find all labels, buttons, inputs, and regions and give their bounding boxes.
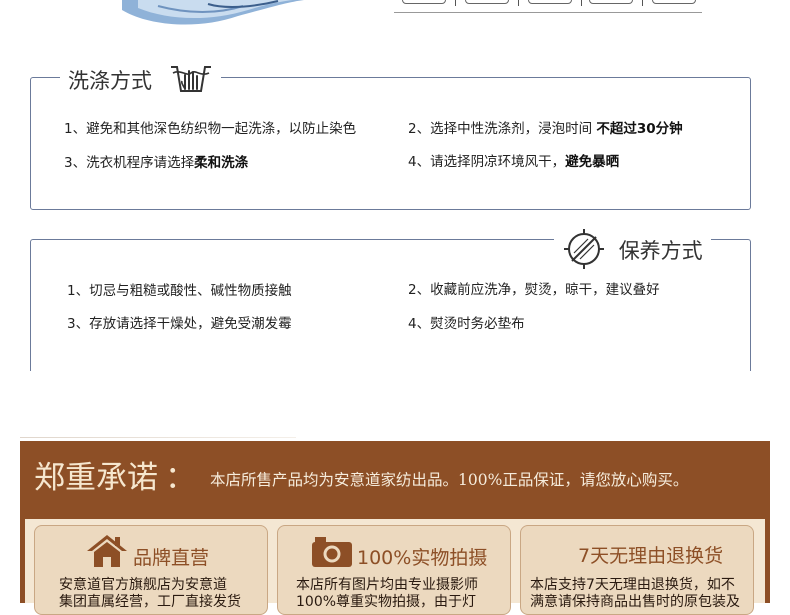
promise-text: 本店所售产品均为安意道家纺出品。100%正品保证，请您放心购买。 <box>210 471 689 489</box>
washing-symbol-card <box>465 0 509 4</box>
washing-symbol-card <box>589 0 633 4</box>
wash-item-4: 4、请选择阴凉环境风干，避免暴晒 <box>408 154 620 170</box>
care-method-heading: 保养方式 <box>554 227 711 277</box>
hand-wash-icon <box>169 63 213 101</box>
card-title: 100%实物拍摄 <box>357 547 488 569</box>
divider <box>20 437 296 438</box>
card-text-line: 本店支持7天无理由退换货，如不 <box>530 577 735 593</box>
wash-method-title: 洗涤方式 <box>68 69 152 93</box>
care-item-3: 3、存放请选择干燥处，避免受潮发霉 <box>67 316 292 332</box>
wash-item-1: 1、避免和其他深色纺织物一起洗涤，以防止染色 <box>64 121 357 137</box>
promise-colon: ： <box>165 460 196 496</box>
promise-title: 郑重承诺 <box>34 460 158 496</box>
product-image-fragment <box>118 0 308 30</box>
promise-card-return: 7天无理由退换货 本店支持7天无理由退换货，如不 满意请保持商品出售时的原包装及 <box>520 525 754 615</box>
washing-symbol-card <box>528 0 572 4</box>
no-bleach-icon <box>562 227 606 277</box>
card-text-line: 本店所有图片均由专业摄影师 <box>296 577 478 593</box>
divider <box>581 0 582 6</box>
house-icon <box>85 533 129 573</box>
card-title: 7天无理由退换货 <box>578 545 724 567</box>
care-item-1: 1、切忌与粗糙或酸性、碱性物质接触 <box>67 283 292 299</box>
card-title: 品牌直营 <box>133 547 210 569</box>
camera-icon <box>311 536 353 572</box>
washing-symbol-card <box>402 0 446 4</box>
divider <box>642 0 643 6</box>
wash-item-3: 3、洗衣机程序请选择柔和洗涤 <box>64 155 249 171</box>
washing-symbol-card <box>652 0 696 4</box>
wash-item-2: 2、选择中性洗涤剂，浸泡时间 不超过30分钟 <box>408 121 683 137</box>
care-item-2: 2、收藏前应洗净，熨烫，晾干，建议叠好 <box>408 282 660 298</box>
divider <box>394 12 702 13</box>
card-text-line: 安意道官方旗舰店为安意道 <box>59 577 227 593</box>
divider <box>455 0 456 6</box>
divider <box>518 0 519 6</box>
care-item-4: 4、熨烫时务必垫布 <box>408 316 525 332</box>
promise-card-photo: 100%实物拍摄 本店所有图片均由专业摄影师 100%尊重实物拍摄，由于灯 <box>277 525 511 615</box>
care-method-title: 保养方式 <box>618 239 703 263</box>
wash-method-heading: 洗涤方式 <box>60 63 221 101</box>
promise-card-brand: 品牌直营 安意道官方旗舰店为安意道 集团直属经营，工厂直接发货 <box>34 525 268 615</box>
